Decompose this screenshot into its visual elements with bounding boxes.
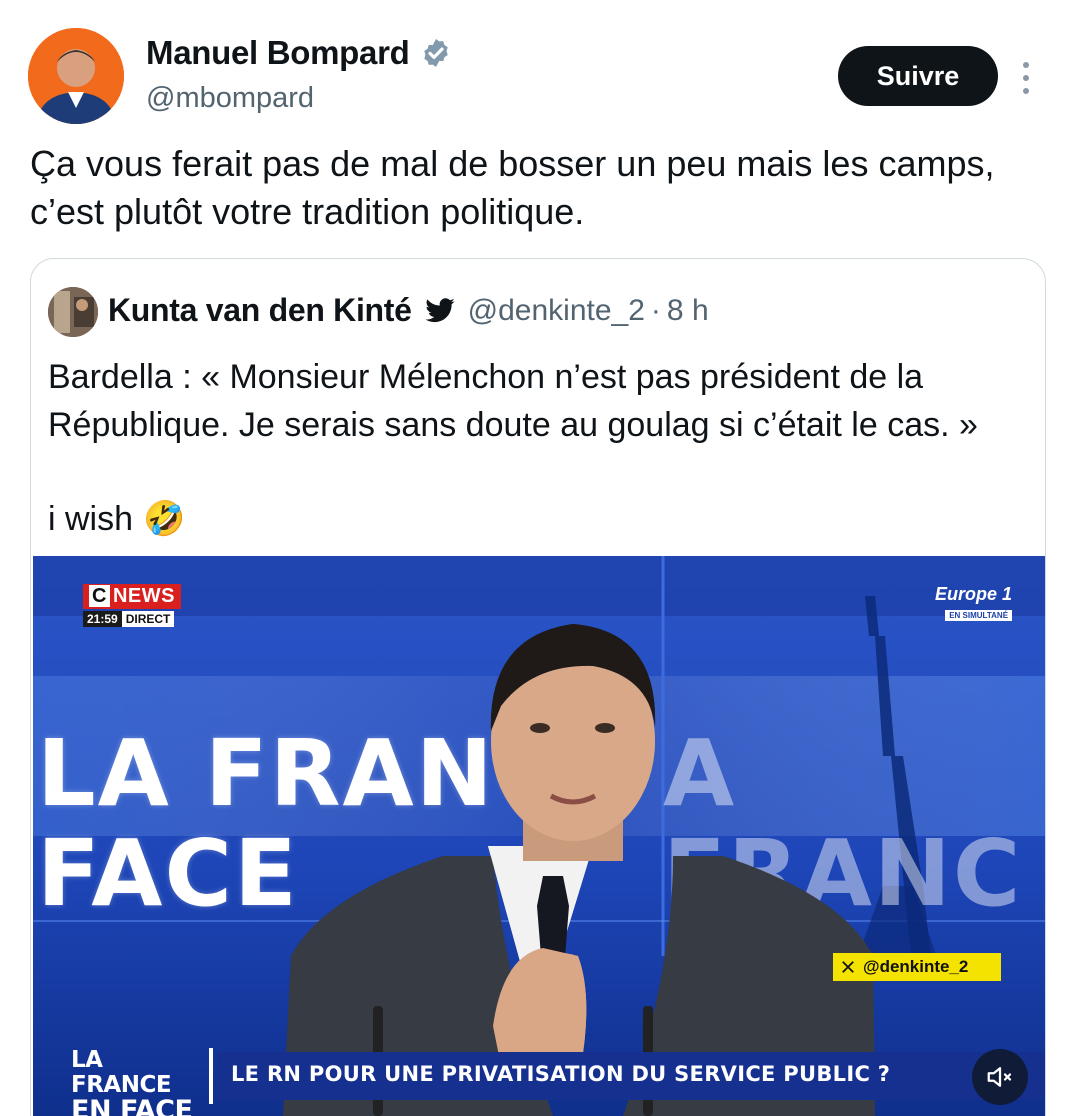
quoted-author-name[interactable]: Kunta van den Kinté bbox=[108, 292, 412, 329]
separator-dot: · bbox=[650, 293, 661, 327]
cnews-name: NEWS bbox=[112, 585, 175, 607]
x-logo-icon bbox=[842, 961, 854, 973]
video-player[interactable]: LA FRANC FACE A FRANC ACE CNEWS 2 bbox=[33, 556, 1045, 1116]
quoted-avatar-image bbox=[48, 287, 98, 337]
speaker-figure bbox=[283, 624, 875, 1116]
author-handle[interactable]: @mbompard bbox=[146, 82, 452, 115]
mute-button[interactable] bbox=[972, 1049, 1028, 1105]
more-dot bbox=[1023, 62, 1029, 68]
show-name-line2: EN FACE bbox=[71, 1095, 193, 1116]
quoted-timestamp[interactable]: 8 h bbox=[667, 294, 709, 328]
europe1-name: Europe 1 bbox=[935, 584, 1013, 604]
author-name[interactable]: Manuel Bompard bbox=[146, 34, 410, 72]
twitter-bird-icon bbox=[425, 297, 455, 322]
author-block: Manuel Bompard @mbompard bbox=[146, 34, 452, 115]
quoted-header: Kunta van den Kinté @denkinte_2 · 8 h bbox=[108, 292, 709, 329]
headline-text: LE RN POUR UNE PRIVATISATION DU SERVICE … bbox=[231, 1062, 891, 1086]
cnews-channel: C NEWS bbox=[83, 584, 181, 609]
europe1-logo: Europe 1 EN SIMULTANÉ bbox=[935, 584, 1013, 623]
lower-third-banner: LA FRANCE EN FACE LE RN POUR UNE PRIVATI… bbox=[33, 1047, 1045, 1116]
author-avatar[interactable] bbox=[28, 28, 124, 124]
lower-third-divider bbox=[209, 1048, 213, 1104]
video-watermark: @denkinte_2 bbox=[833, 953, 1001, 981]
quoted-tweet-card[interactable]: Kunta van den Kinté @denkinte_2 · 8 h Ba… bbox=[30, 258, 1046, 1116]
show-name-line1: LA FRANCE bbox=[71, 1047, 172, 1098]
quoted-author-handle[interactable]: @denkinte_2 bbox=[468, 294, 645, 328]
quoted-tweet-wish: i wish bbox=[48, 500, 134, 538]
quoted-tweet-text-line2: i wish 🤣 bbox=[48, 495, 185, 543]
verified-badge-icon bbox=[423, 39, 448, 67]
author-avatar-image bbox=[28, 28, 124, 124]
cnews-status: 21:59 DIRECT bbox=[83, 611, 181, 627]
follow-button[interactable]: Suivre bbox=[838, 46, 998, 106]
live-label: DIRECT bbox=[121, 611, 175, 627]
cnews-letter: C bbox=[89, 585, 110, 607]
broadcast-time: 21:59 bbox=[83, 611, 122, 627]
europe1-subtitle: EN SIMULTANÉ bbox=[945, 610, 1013, 621]
more-dot bbox=[1023, 88, 1029, 94]
more-dot bbox=[1023, 75, 1029, 81]
more-options-icon[interactable] bbox=[1012, 58, 1040, 98]
volume-muted-icon bbox=[987, 1067, 1012, 1087]
watermark-handle: @denkinte_2 bbox=[863, 957, 969, 976]
quoted-tweet-text: Bardella : « Monsieur Mélenchon n’est pa… bbox=[48, 358, 978, 444]
tweet-text: Ça vous ferait pas de mal de bosser un p… bbox=[30, 143, 995, 232]
show-name: LA FRANCE EN FACE bbox=[71, 1047, 209, 1116]
rofl-emoji-icon: 🤣 bbox=[143, 500, 186, 538]
cnews-logo: C NEWS 21:59 DIRECT bbox=[83, 584, 181, 627]
quoted-author-avatar[interactable] bbox=[48, 287, 98, 337]
